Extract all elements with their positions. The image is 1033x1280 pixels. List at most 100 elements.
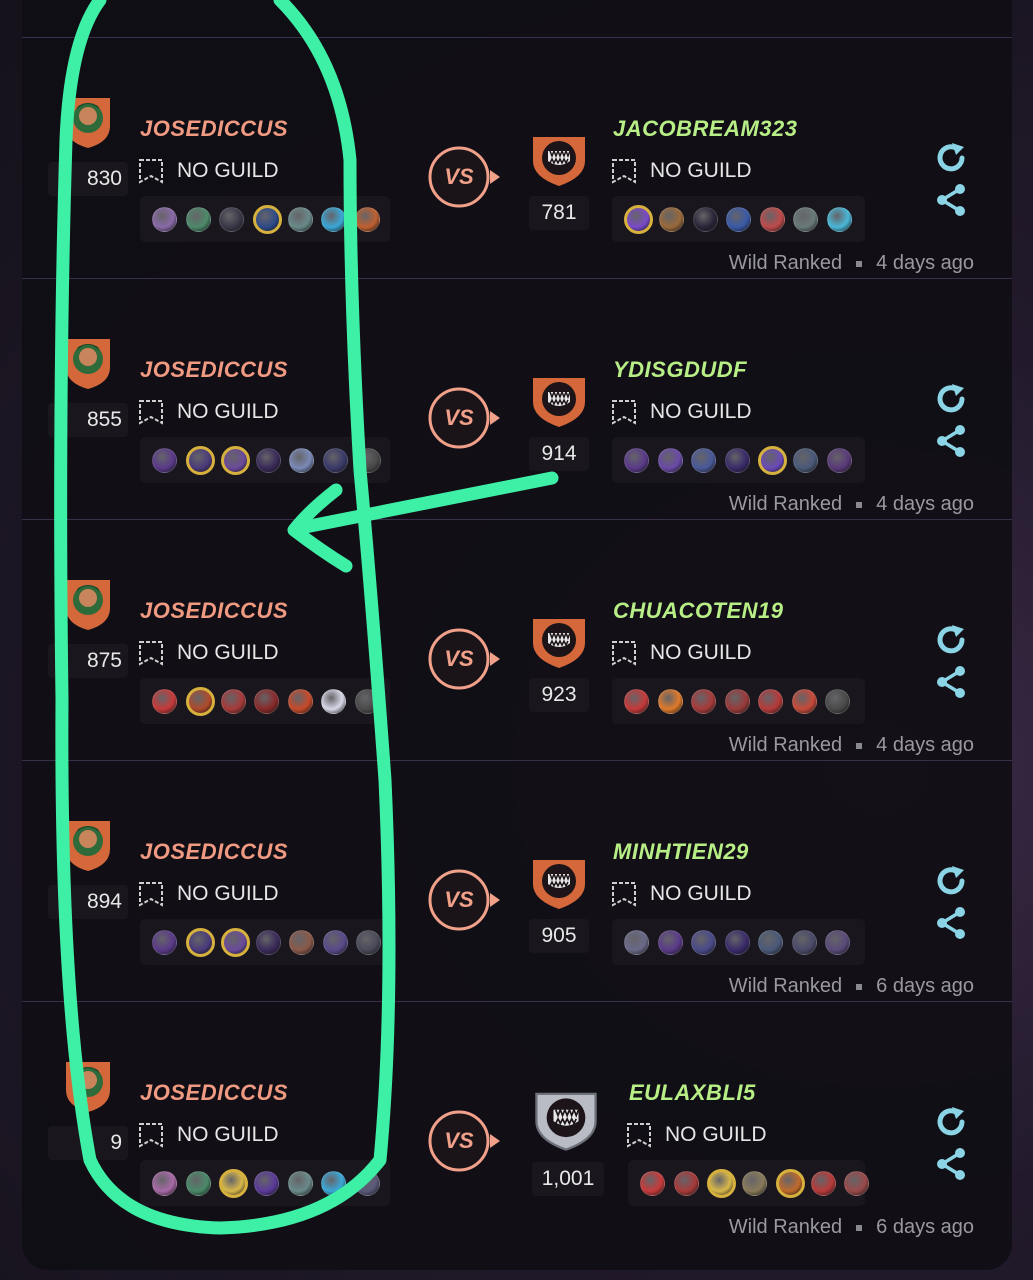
share-icon[interactable] xyxy=(936,666,966,698)
share-icon[interactable] xyxy=(936,907,966,939)
player-rating: 9 xyxy=(48,1126,128,1160)
match-meta: Wild Ranked 4 days ago xyxy=(729,493,974,516)
team-unit-icon xyxy=(691,688,716,714)
opponent-rating: 905 xyxy=(529,919,589,953)
team-unit-icon xyxy=(289,447,314,473)
player-name[interactable]: JOSEDICCUS xyxy=(140,598,288,624)
opponent-team[interactable] xyxy=(612,678,865,724)
team-unit-icon xyxy=(724,447,750,473)
player-rating: 855 xyxy=(48,403,128,437)
opponent-name[interactable]: CHUACOTEN19 xyxy=(613,598,784,624)
player-avatar-icon[interactable] xyxy=(62,815,114,873)
opponent-team[interactable] xyxy=(612,196,865,242)
player-avatar-icon[interactable] xyxy=(62,574,114,632)
player-name[interactable]: JOSEDICCUS xyxy=(140,839,288,865)
team-unit-icon xyxy=(791,929,817,955)
player-avatar-icon[interactable] xyxy=(62,333,114,391)
guild-banner-icon xyxy=(627,1123,651,1148)
team-unit-icon xyxy=(220,688,246,714)
team-unit-icon xyxy=(287,688,313,714)
team-unit-icon xyxy=(691,929,716,955)
vs-badge: VS xyxy=(428,387,500,449)
player-avatar-icon[interactable] xyxy=(62,92,114,150)
team-unit-icon xyxy=(152,447,177,473)
team-unit-icon xyxy=(185,927,215,957)
player-team[interactable] xyxy=(140,1160,390,1206)
replay-icon[interactable] xyxy=(934,864,968,898)
opponent-team[interactable] xyxy=(612,437,865,483)
team-unit-icon xyxy=(321,1170,346,1196)
player-guild-label: NO GUILD xyxy=(177,1123,279,1146)
match-mode: Wild Ranked xyxy=(728,252,843,274)
vs-badge: VS xyxy=(428,1110,500,1172)
player-name[interactable]: JOSEDICCUS xyxy=(140,116,288,142)
match-mode: Wild Ranked xyxy=(728,493,843,515)
team-unit-icon xyxy=(321,688,346,714)
player-team[interactable] xyxy=(140,437,390,483)
share-icon[interactable] xyxy=(936,184,966,216)
team-unit-icon xyxy=(640,1170,665,1196)
replay-icon[interactable] xyxy=(934,141,968,175)
player-name[interactable]: JOSEDICCUS xyxy=(140,357,288,383)
match-meta: Wild Ranked 6 days ago xyxy=(729,975,974,998)
opponent-team[interactable] xyxy=(612,919,865,965)
player-guild-label: NO GUILD xyxy=(177,882,279,905)
separator-dot xyxy=(856,742,863,749)
team-unit-icon xyxy=(657,447,683,473)
opponent-guild-label: NO GUILD xyxy=(650,159,752,182)
guild-banner-icon xyxy=(139,400,163,425)
opponent-name[interactable]: EULAXBLI5 xyxy=(629,1080,756,1106)
team-unit-icon xyxy=(322,447,348,473)
player-name[interactable]: JOSEDICCUS xyxy=(140,1080,288,1106)
guild-banner-icon xyxy=(612,641,636,666)
opponent-guild: NO GUILD xyxy=(626,1122,767,1148)
team-unit-icon xyxy=(354,688,380,714)
opponent-guild: NO GUILD xyxy=(611,399,752,425)
opponent-team[interactable] xyxy=(628,1160,869,1206)
vs-label: VS xyxy=(444,1128,474,1153)
separator-dot xyxy=(856,501,863,508)
vs-badge: VS xyxy=(428,146,500,208)
team-unit-icon xyxy=(692,206,718,232)
guild-banner-icon xyxy=(612,400,636,425)
vs-label: VS xyxy=(444,164,474,189)
opponent-league-badge-icon xyxy=(535,1092,597,1151)
player-guild-label: NO GUILD xyxy=(177,400,279,423)
match-row: 875 JOSEDICCUS NO GUILD VS 923 CHUACOTEN… xyxy=(22,519,1012,761)
vs-label: VS xyxy=(444,405,474,430)
team-unit-icon xyxy=(152,1170,177,1196)
team-unit-icon xyxy=(219,206,244,232)
team-unit-icon xyxy=(255,447,281,473)
opponent-name[interactable]: MINHTIEN29 xyxy=(613,839,749,865)
team-unit-icon xyxy=(724,929,750,955)
match-mode: Wild Ranked xyxy=(728,1216,843,1238)
opponent-league-badge-icon xyxy=(533,137,585,186)
team-unit-icon xyxy=(826,447,852,473)
team-unit-icon xyxy=(742,1170,767,1196)
replay-icon[interactable] xyxy=(934,1105,968,1139)
team-unit-icon xyxy=(356,929,381,955)
team-unit-icon xyxy=(220,927,250,957)
battle-history-panel: 830 JOSEDICCUS NO GUILD VS 781 JACOBREAM… xyxy=(22,0,1012,1270)
team-unit-icon xyxy=(825,688,850,714)
team-unit-icon xyxy=(289,929,314,955)
player-team[interactable] xyxy=(140,678,390,724)
player-rating: 830 xyxy=(48,162,128,196)
share-icon[interactable] xyxy=(936,1148,966,1180)
player-avatar-icon[interactable] xyxy=(62,1056,114,1114)
replay-icon[interactable] xyxy=(934,623,968,657)
opponent-guild: NO GUILD xyxy=(611,640,752,666)
replay-icon[interactable] xyxy=(934,382,968,416)
team-unit-icon xyxy=(657,929,683,955)
player-team[interactable] xyxy=(140,196,390,242)
opponent-guild-label: NO GUILD xyxy=(665,1123,767,1146)
opponent-name[interactable]: YDISGDUDF xyxy=(613,357,747,383)
share-icon[interactable] xyxy=(936,425,966,457)
match-time: 4 days ago xyxy=(876,493,974,515)
player-team[interactable] xyxy=(140,919,390,965)
opponent-name[interactable]: JACOBREAM323 xyxy=(613,116,798,142)
opponent-guild-label: NO GUILD xyxy=(650,641,752,664)
team-unit-icon xyxy=(322,929,348,955)
team-unit-icon xyxy=(826,206,852,232)
team-unit-icon xyxy=(758,688,783,714)
